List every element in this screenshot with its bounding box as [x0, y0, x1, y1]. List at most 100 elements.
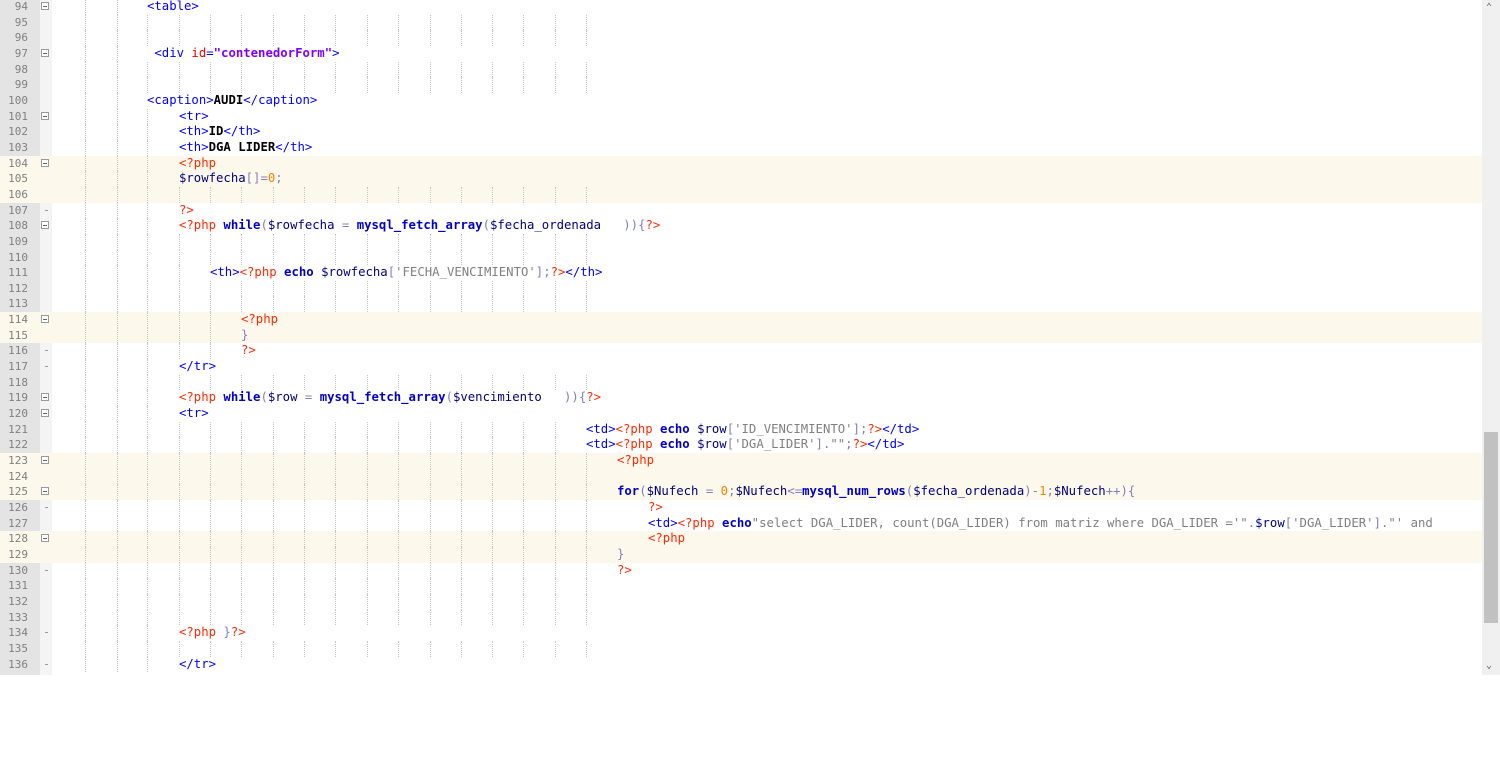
indent-guide	[147, 186, 148, 203]
fold-toggle-icon[interactable]	[41, 221, 49, 230]
chevron-up-icon[interactable]: ⌃	[1486, 3, 1492, 13]
code-line[interactable]: 110	[0, 249, 1482, 266]
fold-toggle-icon[interactable]	[41, 158, 49, 167]
code-line[interactable]: 99	[0, 77, 1482, 93]
code-line[interactable]: 117 </tr>	[0, 359, 1482, 375]
code-line[interactable]: 111 <th><?php echo $rowfecha['FECHA_VENCI…	[0, 265, 1482, 281]
code-line[interactable]: 130 ?>	[0, 562, 1482, 579]
code-line[interactable]: 136 </tr>	[0, 656, 1482, 673]
code-line[interactable]: 119 <?php while($row = mysql_fetch_array(…	[0, 390, 1482, 407]
code-line[interactable]: 128 <?php	[0, 531, 1482, 547]
code-text[interactable]: }	[617, 547, 624, 563]
code-line[interactable]: 135	[0, 640, 1482, 657]
code-line[interactable]: 109	[0, 233, 1482, 250]
code-line[interactable]: 107 ?>	[0, 202, 1482, 219]
fold-toggle-icon[interactable]	[41, 48, 49, 57]
code-text[interactable]: <tr>	[179, 406, 209, 422]
code-text[interactable]: <tr>	[179, 109, 209, 125]
code-lines[interactable]: 94 <table> 95 96 97 <div id="contenedorForm"…	[0, 0, 1482, 673]
code-text[interactable]: <th>DGA LIDER</th>	[179, 140, 312, 156]
code-text[interactable]: ?>	[179, 203, 194, 219]
code-line[interactable]: 103 <th>DGA LIDER</th>	[0, 139, 1482, 156]
code-text[interactable]: <?php	[179, 156, 216, 172]
indent-guide	[555, 500, 556, 516]
code-line[interactable]: 97 <div id="contenedorForm">	[0, 45, 1482, 62]
code-line[interactable]: 129}	[0, 546, 1482, 563]
fold-toggle-icon[interactable]	[41, 409, 49, 418]
indent-guide	[304, 14, 305, 31]
code-line[interactable]: 116 ?>	[0, 343, 1482, 360]
code-text[interactable]: for($Nufech = 0;$Nufech<=mysql_num_rows(…	[617, 484, 1135, 500]
code-text[interactable]: }	[241, 328, 248, 344]
chevron-down-icon[interactable]: ⌄	[1486, 661, 1492, 671]
code-line[interactable]: 115}	[0, 327, 1482, 344]
code-line[interactable]: 98	[0, 61, 1482, 78]
code-line[interactable]: 127 <td><?php echo"select DGA_LIDER, coun…	[0, 515, 1482, 532]
code-line[interactable]: 106	[0, 186, 1482, 203]
code-line[interactable]: 94 <table>	[0, 0, 1482, 15]
code-text[interactable]: ?>	[617, 563, 632, 579]
indent-guide	[586, 280, 587, 297]
code-text[interactable]: $rowfecha[]=0;	[179, 171, 283, 187]
fold-toggle-icon[interactable]	[41, 2, 49, 10]
fold-toggle-icon[interactable]	[41, 534, 49, 543]
code-line[interactable]: 105 $rowfecha[]=0;	[0, 171, 1482, 187]
fold-toggle-icon[interactable]	[41, 456, 49, 465]
indent-guide	[241, 484, 242, 500]
code-text[interactable]: </tr>	[179, 359, 216, 375]
code-line[interactable]: 118	[0, 374, 1482, 391]
code-token: }	[241, 327, 249, 342]
fold-toggle-icon[interactable]	[41, 315, 49, 324]
code-text[interactable]: </tr>	[179, 657, 216, 673]
indent-guide	[85, 406, 86, 422]
code-line[interactable]: 114 <?php	[0, 312, 1482, 328]
code-line[interactable]: 108 <?php while($rowfecha = mysql_fetch_a…	[0, 218, 1482, 234]
code-text[interactable]: <table>	[147, 0, 199, 15]
code-line[interactable]: 101 <tr>	[0, 108, 1482, 125]
code-line[interactable]: 122 <td><?php echo $row['DGA_LIDER']."";?…	[0, 437, 1482, 454]
code-line[interactable]: 95	[0, 14, 1482, 31]
code-line[interactable]: 113	[0, 296, 1482, 313]
fold-toggle-icon[interactable]	[41, 111, 49, 120]
code-line[interactable]: 121 <td><?php echo $row['ID_VENCIMIENTO']…	[0, 421, 1482, 438]
code-text[interactable]: <caption>AUDI</caption>	[147, 93, 317, 109]
code-line[interactable]: 133	[0, 609, 1482, 626]
code-line[interactable]: 102 <th>ID</th>	[0, 124, 1482, 140]
code-line[interactable]: 125 for($Nufech = 0;$Nufech<=mysql_num_ro…	[0, 484, 1482, 500]
code-text[interactable]: <?php }?>	[179, 625, 246, 641]
code-line[interactable]: 112	[0, 280, 1482, 297]
fold-toggle-icon[interactable]	[41, 393, 49, 402]
code-token: (	[482, 218, 490, 233]
code-text[interactable]: <th>ID</th>	[179, 124, 260, 140]
code-text[interactable]: <div id="contenedorForm">	[147, 46, 339, 62]
code-line[interactable]: 96	[0, 30, 1482, 46]
code-line[interactable]: 134 <?php }?>	[0, 625, 1482, 641]
indent-guide	[117, 233, 118, 250]
code-line[interactable]: 123 <?php	[0, 453, 1482, 469]
code-line[interactable]: 132	[0, 593, 1482, 610]
code-editor[interactable]: 94 <table> 95 96 97 <div id="contenedorForm"…	[0, 0, 1500, 675]
code-token: ))	[564, 390, 579, 405]
code-text[interactable]: <?php	[617, 453, 654, 469]
code-line[interactable]: 131	[0, 578, 1482, 594]
vertical-scrollbar[interactable]: ⌃ ⌄	[1482, 0, 1500, 675]
code-text[interactable]: ?>	[648, 500, 663, 516]
code-text[interactable]: <td><?php echo $row['DGA_LIDER']."";?></…	[586, 437, 904, 453]
code-text[interactable]: <td><?php echo"select DGA_LIDER, count(D…	[648, 516, 1433, 532]
code-text[interactable]: <?php while($rowfecha = mysql_fetch_arra…	[179, 218, 660, 234]
code-line[interactable]: 124	[0, 468, 1482, 485]
code-text[interactable]: <?php	[241, 312, 278, 328]
indent-guide	[117, 202, 118, 219]
scrollbar-thumb[interactable]	[1484, 432, 1498, 623]
code-line[interactable]: 120 <tr>	[0, 406, 1482, 422]
indent-guide	[367, 578, 368, 594]
code-text[interactable]: <td><?php echo $row['ID_VENCIMIENTO'];?>…	[586, 422, 919, 438]
code-text[interactable]: <?php while($row = mysql_fetch_array($ve…	[179, 390, 601, 406]
code-text[interactable]: <th><?php echo $rowfecha['FECHA_VENCIMIE…	[210, 265, 602, 281]
fold-toggle-icon[interactable]	[41, 487, 49, 496]
code-text[interactable]: ?>	[241, 343, 256, 359]
code-line[interactable]: 100 <caption>AUDI</caption>	[0, 92, 1482, 109]
code-text[interactable]: <?php	[648, 531, 685, 547]
code-line[interactable]: 126 ?>	[0, 500, 1482, 516]
code-line[interactable]: 104 <?php	[0, 155, 1482, 172]
